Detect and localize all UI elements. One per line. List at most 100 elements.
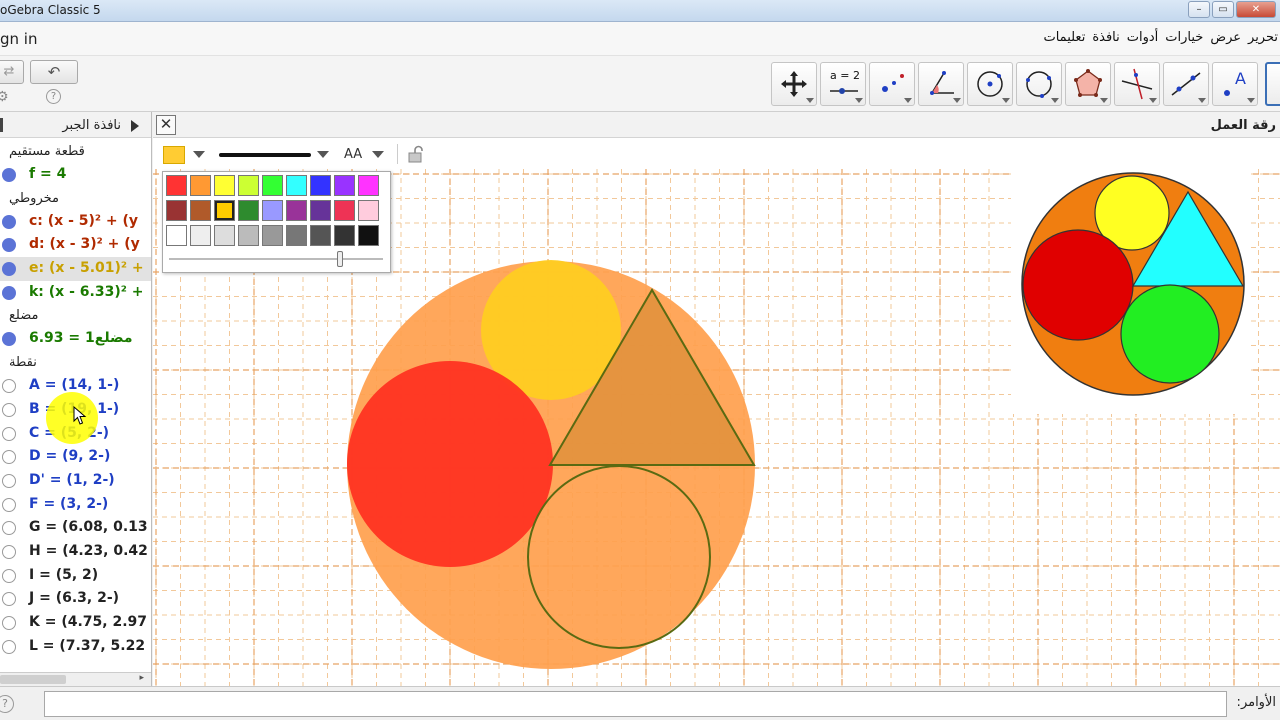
maximize-button[interactable]: ▭ — [1212, 1, 1234, 18]
menu-tools[interactable]: أدوات — [1127, 30, 1159, 45]
palette-color-swatch[interactable] — [238, 200, 259, 221]
palette-color-swatch[interactable] — [310, 200, 331, 221]
algebra-category[interactable]: مخروطي — [0, 187, 151, 210]
menu-edit[interactable]: تحرير — [1248, 30, 1278, 45]
palette-color-swatch[interactable] — [334, 225, 355, 246]
algebra-row[interactable]: e: (x - 5.01)² + — [0, 257, 151, 281]
algebra-row[interactable]: D' = (1, 2-) — [0, 469, 151, 493]
opacity-slider-track[interactable] — [169, 258, 383, 260]
tool-perpendicular[interactable] — [1114, 62, 1160, 106]
tool-angle[interactable] — [918, 62, 964, 106]
tool-move[interactable] — [771, 62, 817, 106]
algebra-object-definition[interactable]: L = (7.37, 5.22 — [29, 638, 145, 654]
tool-slider[interactable]: a = 2 — [820, 62, 866, 106]
palette-color-swatch[interactable] — [262, 225, 283, 246]
algebra-object-definition[interactable]: H = (4.23, 0.42 — [29, 543, 148, 559]
visibility-toggle[interactable] — [2, 426, 16, 441]
algebra-row[interactable]: c: (x - 5)² + (y — [0, 210, 151, 234]
algebra-category[interactable]: قطعة مستقيم — [0, 140, 151, 163]
color-dropdown-icon[interactable] — [193, 151, 205, 158]
algebra-object-definition[interactable]: D = (9, 2-) — [29, 448, 110, 464]
algebra-row[interactable]: K = (4.75, 2.97 — [0, 611, 151, 635]
palette-color-swatch[interactable] — [286, 175, 307, 196]
palette-color-swatch[interactable] — [166, 225, 187, 246]
help-icon[interactable]: ? — [46, 89, 61, 104]
palette-color-swatch[interactable] — [214, 225, 235, 246]
visibility-toggle[interactable] — [2, 544, 16, 559]
input-help-icon[interactable]: ? — [0, 695, 14, 713]
palette-color-swatch[interactable] — [214, 200, 235, 221]
algebra-object-definition[interactable]: e: (x - 5.01)² + — [29, 260, 144, 276]
algebra-view-divider-handle[interactable] — [0, 118, 3, 132]
algebra-category[interactable]: مضلع — [0, 304, 151, 327]
algebra-row[interactable]: مضلع1 = 6.93 — [0, 327, 151, 351]
algebra-row[interactable]: H = (4.23, 0.42 — [0, 540, 151, 564]
visibility-toggle[interactable] — [2, 262, 16, 277]
unlock-icon[interactable] — [407, 145, 425, 163]
visibility-toggle[interactable] — [2, 214, 16, 229]
tool-polygon[interactable] — [1065, 62, 1111, 106]
text-size-button[interactable]: AA — [344, 147, 362, 162]
visibility-toggle[interactable] — [2, 568, 16, 583]
opacity-slider-knob[interactable] — [337, 251, 343, 267]
tool-point[interactable] — [869, 62, 915, 106]
palette-color-swatch[interactable] — [166, 200, 187, 221]
command-input[interactable] — [44, 691, 1227, 717]
play-arrow-icon[interactable] — [131, 120, 139, 132]
algebra-object-definition[interactable]: f = 4 — [29, 166, 66, 182]
algebra-row[interactable]: f = 4 — [0, 163, 151, 187]
fill-color-swatch[interactable] — [163, 146, 185, 164]
palette-color-swatch[interactable] — [190, 175, 211, 196]
visibility-toggle[interactable] — [2, 285, 16, 300]
redo-button[interactable]: ⇄ — [0, 60, 24, 84]
visibility-toggle[interactable] — [2, 497, 16, 512]
palette-color-swatch[interactable] — [358, 225, 379, 246]
visibility-toggle[interactable] — [2, 450, 16, 465]
algebra-object-definition[interactable]: J = (6.3, 2-) — [29, 590, 119, 606]
palette-color-swatch[interactable] — [286, 200, 307, 221]
palette-color-swatch[interactable] — [334, 200, 355, 221]
visibility-toggle[interactable] — [2, 592, 16, 607]
palette-color-swatch[interactable] — [358, 175, 379, 196]
algebra-object-definition[interactable]: A = (14, 1-) — [29, 377, 119, 393]
menu-options[interactable]: خيارات — [1165, 30, 1203, 45]
scrollbar-thumb[interactable] — [0, 675, 66, 684]
algebra-row[interactable]: I = (5, 2) — [0, 564, 151, 588]
palette-color-swatch[interactable] — [190, 225, 211, 246]
palette-color-swatch[interactable] — [262, 175, 283, 196]
visibility-toggle[interactable] — [2, 639, 16, 654]
tool-graphics-view[interactable] — [1265, 62, 1280, 106]
tool-text[interactable]: A — [1212, 62, 1258, 106]
minimize-button[interactable]: – — [1188, 1, 1210, 18]
tool-circle-three-points[interactable] — [1016, 62, 1062, 106]
palette-color-swatch[interactable] — [166, 175, 187, 196]
palette-color-swatch[interactable] — [262, 200, 283, 221]
algebra-object-definition[interactable]: I = (5, 2) — [29, 567, 98, 583]
visibility-toggle[interactable] — [2, 402, 16, 417]
algebra-object-definition[interactable]: c: (x - 5)² + (y — [29, 213, 138, 229]
visibility-toggle[interactable] — [2, 379, 16, 394]
line-style-preview[interactable] — [219, 153, 311, 157]
algebra-category[interactable]: نقطة — [0, 351, 151, 374]
palette-color-swatch[interactable] — [310, 175, 331, 196]
algebra-object-definition[interactable]: G = (6.08, 0.13 — [29, 519, 148, 535]
algebra-row[interactable]: J = (6.3, 2-) — [0, 587, 151, 611]
tool-line[interactable] — [1163, 62, 1209, 106]
algebra-row[interactable]: k: (x - 6.33)² + — [0, 281, 151, 305]
visibility-toggle[interactable] — [2, 238, 16, 253]
tool-circle-center[interactable] — [967, 62, 1013, 106]
algebra-row[interactable]: G = (6.08, 0.13 — [0, 516, 151, 540]
palette-color-swatch[interactable] — [358, 200, 379, 221]
algebra-object-definition[interactable]: k: (x - 6.33)² + — [29, 284, 143, 300]
visibility-toggle[interactable] — [2, 473, 16, 488]
close-window-button[interactable]: ✕ — [1236, 1, 1276, 18]
menu-help[interactable]: تعليمات — [1043, 30, 1085, 45]
close-style-bar-button[interactable]: ✕ — [156, 115, 176, 135]
visibility-toggle[interactable] — [2, 616, 16, 630]
algebra-row[interactable]: L = (7.37, 5.22 — [0, 635, 151, 659]
algebra-horizontal-scrollbar[interactable]: ▸ — [0, 672, 151, 686]
line-style-dropdown-icon[interactable] — [317, 151, 329, 158]
visibility-toggle[interactable] — [2, 332, 16, 347]
menu-window[interactable]: نافذة — [1092, 30, 1119, 45]
text-size-dropdown-icon[interactable] — [372, 151, 384, 158]
